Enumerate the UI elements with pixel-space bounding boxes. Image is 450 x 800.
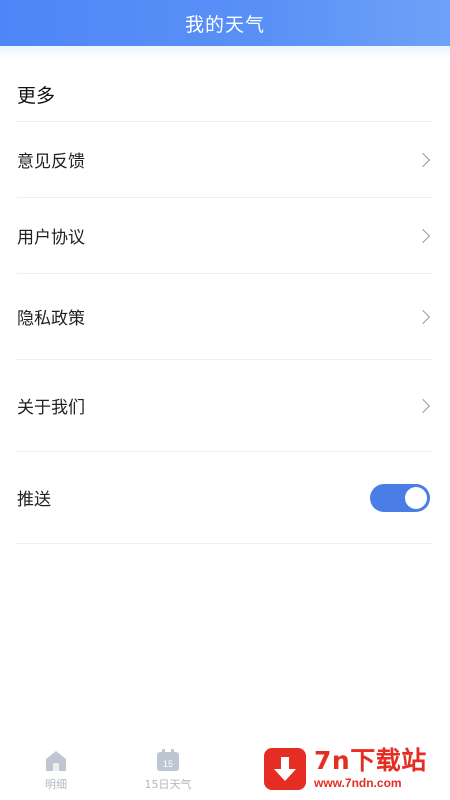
menu-item-label: 隐私政策 [17, 309, 85, 329]
header-shadow [0, 46, 450, 60]
menu-item-label: 关于我们 [17, 398, 85, 418]
menu-item-label: 用户协议 [17, 228, 85, 248]
chevron-right-icon [415, 309, 431, 324]
top-bar: 我的天气 [0, 0, 450, 46]
chevron-right-icon [415, 398, 431, 413]
chevron-right-icon [415, 228, 431, 243]
tab-15-day-weather[interactable]: 15 15日天气 [112, 736, 224, 800]
calendar-icon: 15 [157, 749, 179, 771]
watermark-text: 7n下载站 www.7ndn.com [314, 746, 427, 791]
menu-item-privacy-policy[interactable]: 隐私政策 [17, 274, 432, 360]
push-setting-row: 推送 [17, 452, 432, 544]
calendar-icon-number: 15 [163, 759, 173, 769]
menu-item-about-us[interactable]: 关于我们 [17, 360, 432, 452]
watermark: 7n下载站 www.7ndn.com [250, 738, 450, 800]
download-arrow-icon [264, 748, 306, 790]
home-icon [46, 751, 66, 771]
settings-list: 更多 意见反馈 用户协议 隐私政策 关于我们 推送 [0, 60, 450, 544]
watermark-title: 7n下载站 [314, 746, 427, 776]
push-label: 推送 [17, 490, 51, 510]
watermark-url: www.7ndn.com [314, 776, 402, 791]
screen: 我的天气 更多 意见反馈 用户协议 隐私政策 关于我们 推送 明细 15 15日… [0, 0, 450, 800]
tab-details[interactable]: 明细 [0, 736, 112, 800]
section-title: 更多 [17, 60, 432, 122]
chevron-right-icon [415, 152, 431, 167]
page-title: 我的天气 [184, 13, 265, 36]
menu-item-label: 意见反馈 [17, 152, 85, 172]
menu-item-feedback[interactable]: 意见反馈 [17, 122, 432, 198]
tab-label: 15日天气 [144, 778, 192, 791]
menu-item-user-agreement[interactable]: 用户协议 [17, 198, 432, 274]
push-toggle[interactable] [370, 483, 430, 512]
toggle-knob [405, 486, 427, 509]
tab-label: 明细 [45, 778, 67, 791]
